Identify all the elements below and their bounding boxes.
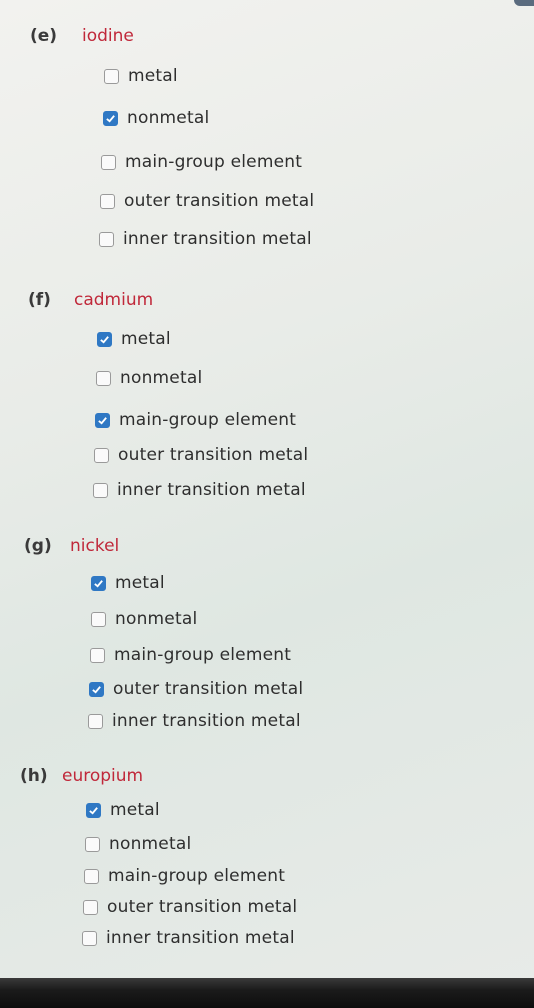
monitor-bezel — [0, 978, 534, 1008]
option-label: inner transition metal — [106, 928, 295, 948]
checkbox[interactable] — [100, 193, 115, 209]
option-main-group-element[interactable]: main-group element — [95, 410, 296, 430]
checkbox[interactable] — [84, 868, 99, 884]
option-inner-transition-metal[interactable]: inner transition metal — [88, 711, 301, 731]
checkbox[interactable] — [91, 611, 106, 627]
option-label: metal — [115, 573, 165, 593]
option-label: nonmetal — [109, 834, 192, 854]
checkbox-checked[interactable] — [97, 331, 112, 347]
option-label: metal — [128, 66, 178, 86]
element-name: europium — [62, 766, 144, 786]
checkbox-checked[interactable] — [103, 110, 118, 126]
option-nonmetal[interactable]: nonmetal — [96, 368, 202, 388]
window-corner-accent — [514, 0, 534, 6]
checkbox-checked[interactable] — [91, 575, 106, 591]
question-letter: (e) — [30, 26, 58, 46]
option-main-group-element[interactable]: main-group element — [90, 645, 291, 665]
question-letter: (f) — [28, 290, 51, 310]
option-nonmetal[interactable]: nonmetal — [91, 609, 197, 629]
option-nonmetal[interactable]: nonmetal — [103, 108, 209, 128]
option-metal[interactable]: metal — [104, 66, 178, 86]
option-label: main-group element — [119, 410, 297, 430]
checkmark-icon — [100, 335, 109, 344]
option-nonmetal[interactable]: nonmetal — [85, 834, 191, 854]
checkmark-icon — [89, 806, 98, 815]
option-label: main-group element — [125, 152, 303, 172]
element-name: iodine — [82, 26, 134, 46]
option-label: main-group element — [108, 866, 286, 886]
question-header: (e) iodine — [30, 26, 134, 46]
checkmark-icon — [92, 685, 101, 694]
option-label: metal — [121, 329, 171, 349]
question-header: (h) europium — [20, 766, 143, 786]
question-letter: (g) — [24, 536, 52, 556]
option-label: nonmetal — [115, 609, 198, 629]
checkbox[interactable] — [88, 713, 103, 729]
option-inner-transition-metal[interactable]: inner transition metal — [99, 229, 312, 249]
element-name: cadmium — [74, 290, 154, 310]
option-label: nonmetal — [120, 368, 203, 388]
option-label: outer transition metal — [124, 191, 315, 211]
option-outer-transition-metal[interactable]: outer transition metal — [83, 897, 297, 917]
option-metal[interactable]: metal — [97, 329, 171, 349]
checkbox-checked[interactable] — [89, 681, 104, 697]
checkbox[interactable] — [93, 482, 108, 498]
option-inner-transition-metal[interactable]: inner transition metal — [82, 928, 295, 948]
option-metal[interactable]: metal — [91, 573, 165, 593]
checkmark-icon — [98, 416, 107, 425]
option-outer-transition-metal[interactable]: outer transition metal — [100, 191, 314, 211]
checkbox[interactable] — [90, 647, 105, 663]
option-label: nonmetal — [127, 108, 210, 128]
option-main-group-element[interactable]: main-group element — [101, 152, 302, 172]
checkbox-checked[interactable] — [95, 412, 110, 428]
option-metal[interactable]: metal — [86, 800, 160, 820]
checkbox[interactable] — [99, 231, 114, 247]
checkbox[interactable] — [83, 899, 98, 915]
option-outer-transition-metal[interactable]: outer transition metal — [89, 679, 303, 699]
checkbox[interactable] — [85, 836, 100, 852]
question-letter: (h) — [20, 766, 48, 786]
option-label: outer transition metal — [118, 445, 309, 465]
option-label: main-group element — [114, 645, 292, 665]
checkbox-checked[interactable] — [86, 802, 101, 818]
option-label: inner transition metal — [117, 480, 306, 500]
checkbox[interactable] — [104, 68, 119, 84]
option-inner-transition-metal[interactable]: inner transition metal — [93, 480, 306, 500]
checkmark-icon — [106, 114, 115, 123]
option-label: inner transition metal — [123, 229, 312, 249]
question-header: (g) nickel — [24, 536, 119, 556]
option-main-group-element[interactable]: main-group element — [84, 866, 285, 886]
element-name: nickel — [70, 536, 120, 556]
option-label: metal — [110, 800, 160, 820]
option-label: outer transition metal — [107, 897, 298, 917]
checkbox[interactable] — [101, 154, 116, 170]
option-outer-transition-metal[interactable]: outer transition metal — [94, 445, 308, 465]
option-label: inner transition metal — [112, 711, 301, 731]
question-header: (f) cadmium — [28, 290, 153, 310]
checkbox[interactable] — [96, 370, 111, 386]
checkmark-icon — [94, 579, 103, 588]
option-label: outer transition metal — [113, 679, 304, 699]
checkbox[interactable] — [94, 447, 109, 463]
checkbox[interactable] — [82, 930, 97, 946]
